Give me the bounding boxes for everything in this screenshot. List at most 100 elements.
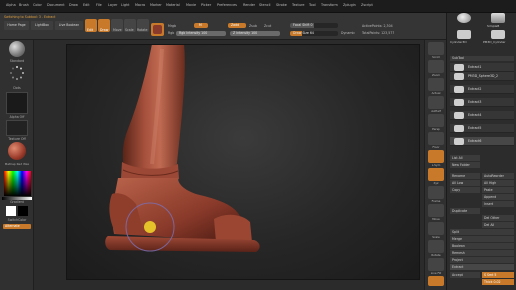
copy-button[interactable]: Copy — [450, 187, 480, 193]
draw-size-slider[interactable]: Draw Size 64 — [290, 31, 338, 36]
accept-button[interactable]: Accept — [450, 272, 480, 278]
texture-icon[interactable] — [6, 120, 28, 136]
duplicate-button[interactable]: Duplicate — [450, 208, 480, 214]
transp-icon[interactable] — [428, 276, 444, 286]
standard-brush-icon[interactable] — [9, 41, 25, 57]
menu-zscript[interactable]: Zscript — [361, 3, 373, 7]
menu-stroke[interactable]: Stroke — [276, 3, 287, 7]
move-button[interactable]: Move — [111, 19, 123, 32]
main-color-swatch[interactable] — [6, 206, 16, 216]
lightbox-button[interactable]: LightBox — [31, 21, 53, 30]
actual-icon[interactable] — [428, 78, 444, 91]
split-button[interactable]: Split — [450, 229, 514, 235]
zsub-button[interactable]: Zsub — [249, 24, 257, 28]
merge-button[interactable]: Merge — [450, 236, 514, 242]
menu-tool[interactable]: Tool — [309, 3, 316, 7]
menu-edit[interactable]: Edit — [83, 3, 90, 7]
insert-button[interactable]: Insert — [482, 201, 514, 207]
menu-light[interactable]: Light — [121, 3, 129, 7]
menu-texture[interactable]: Texture — [292, 3, 304, 7]
extract-button[interactable]: Extract — [450, 264, 514, 270]
project-button[interactable]: Project — [450, 257, 514, 263]
paste-button[interactable]: Paste — [482, 187, 514, 193]
rename-button[interactable]: Rename — [450, 173, 480, 179]
menu-document[interactable]: Document — [47, 3, 65, 7]
subtool-header[interactable]: SubTool — [450, 56, 514, 61]
scale-button[interactable]: Scale — [124, 19, 136, 32]
menu-file[interactable]: File — [96, 3, 102, 7]
s-smooth-slider[interactable]: S Smt 5 — [482, 272, 514, 278]
list-all-button[interactable]: List All — [450, 155, 480, 161]
home-page-button[interactable]: Home Page — [4, 21, 29, 30]
remesh-button[interactable]: Remesh — [450, 250, 514, 256]
focal-shift-slider[interactable]: Focal Shift 0 — [290, 23, 338, 28]
menu-draw[interactable]: Draw — [69, 3, 78, 7]
menu-material[interactable]: Material — [166, 3, 180, 7]
menu-alpha[interactable]: Alpha — [6, 3, 16, 7]
menu-marker[interactable]: Marker — [150, 3, 162, 7]
zoom-icon[interactable] — [428, 60, 444, 73]
persp-icon[interactable] — [428, 114, 444, 127]
m-button[interactable]: M — [194, 23, 208, 28]
live-boolean-button[interactable]: Live Boolean — [55, 21, 83, 30]
menu-layer[interactable]: Layer — [108, 3, 117, 7]
subtool-item[interactable]: Extract1 — [450, 63, 514, 72]
zadd-button[interactable]: Zadd — [228, 23, 246, 28]
zcut-button[interactable]: Zcut — [264, 24, 271, 28]
menu-movie[interactable]: Movie — [186, 3, 196, 7]
xyz-icon[interactable] — [428, 168, 444, 181]
floor-icon[interactable] — [428, 132, 444, 145]
del-other-button[interactable]: Del Other — [482, 215, 514, 221]
menu-render[interactable]: Render — [243, 3, 255, 7]
menu-picker[interactable]: Picker — [201, 3, 211, 7]
simplebrush-tool-icon[interactable] — [457, 13, 471, 23]
pm3d-cylinder-tool-icon[interactable] — [491, 30, 505, 39]
rgb-intensity-slider[interactable]: Rgb Intensity 100 — [176, 31, 226, 36]
subtool-item[interactable]: Extract3 — [450, 98, 514, 107]
move-view-icon[interactable] — [428, 204, 444, 217]
rgb-label[interactable]: Rgb — [168, 31, 174, 35]
boolean-button[interactable]: Boolean — [450, 243, 514, 249]
aahalf-icon[interactable] — [428, 96, 444, 109]
menu-stencil[interactable]: Stencil — [259, 3, 270, 7]
dynamic-toggle[interactable]: Dynamic — [341, 31, 355, 35]
subtool-item[interactable]: Extract5 — [450, 124, 514, 133]
local-symmetry-icon[interactable] — [428, 150, 444, 163]
del-all-button[interactable]: Del All — [482, 222, 514, 228]
alpha-icon[interactable] — [6, 92, 28, 114]
scale-view-icon[interactable] — [428, 222, 444, 235]
rotate-button[interactable]: Rotate — [137, 19, 149, 32]
menu-macro[interactable]: Macro — [135, 3, 145, 7]
subtool-item[interactable]: Extract2 — [450, 85, 514, 94]
switch-color-label[interactable]: SwitchColor — [0, 218, 34, 222]
alternate-button[interactable]: Alternate — [3, 224, 31, 229]
append-button[interactable]: Append — [482, 194, 514, 200]
line-fill-icon[interactable] — [428, 258, 444, 271]
menu-preferences[interactable]: Preferences — [217, 3, 237, 7]
cylinder-tool-icon[interactable] — [457, 30, 471, 39]
subtool-item[interactable]: PM3D_Sphere3D_2 — [450, 72, 514, 81]
color-picker[interactable] — [4, 171, 31, 196]
all-high-button[interactable]: All High — [482, 180, 514, 186]
menu-zplugin[interactable]: Zplugin — [343, 3, 356, 7]
all-low-button[interactable]: All Low — [450, 180, 480, 186]
rotate-view-icon[interactable] — [428, 240, 444, 253]
autoreorder-button[interactable]: AutoReorder — [482, 173, 514, 179]
dots-stroke-icon[interactable] — [9, 65, 25, 81]
mrgb-label[interactable]: Mrgb — [168, 24, 176, 28]
menu-transform[interactable]: Transform — [321, 3, 338, 7]
cylinder3d-tool-icon[interactable] — [491, 13, 505, 23]
material-sphere-icon[interactable] — [8, 142, 26, 160]
thick-slider[interactable]: Thick 0.02 — [482, 279, 514, 285]
menu-brush[interactable]: Brush — [19, 3, 29, 7]
menu-color[interactable]: Color — [33, 3, 42, 7]
material-swatch-button[interactable] — [151, 23, 164, 36]
frame-icon[interactable] — [428, 186, 444, 199]
edit-button[interactable]: Edit — [85, 19, 97, 32]
scroll-icon[interactable] — [428, 42, 444, 55]
secondary-color-swatch[interactable] — [18, 206, 28, 216]
draw-button[interactable]: Draw — [98, 19, 110, 32]
z-intensity-slider[interactable]: Z Intensity 100 — [230, 31, 280, 36]
new-folder-button[interactable]: New Folder — [450, 162, 480, 168]
subtool-item-selected[interactable]: Extract6 — [450, 137, 514, 146]
